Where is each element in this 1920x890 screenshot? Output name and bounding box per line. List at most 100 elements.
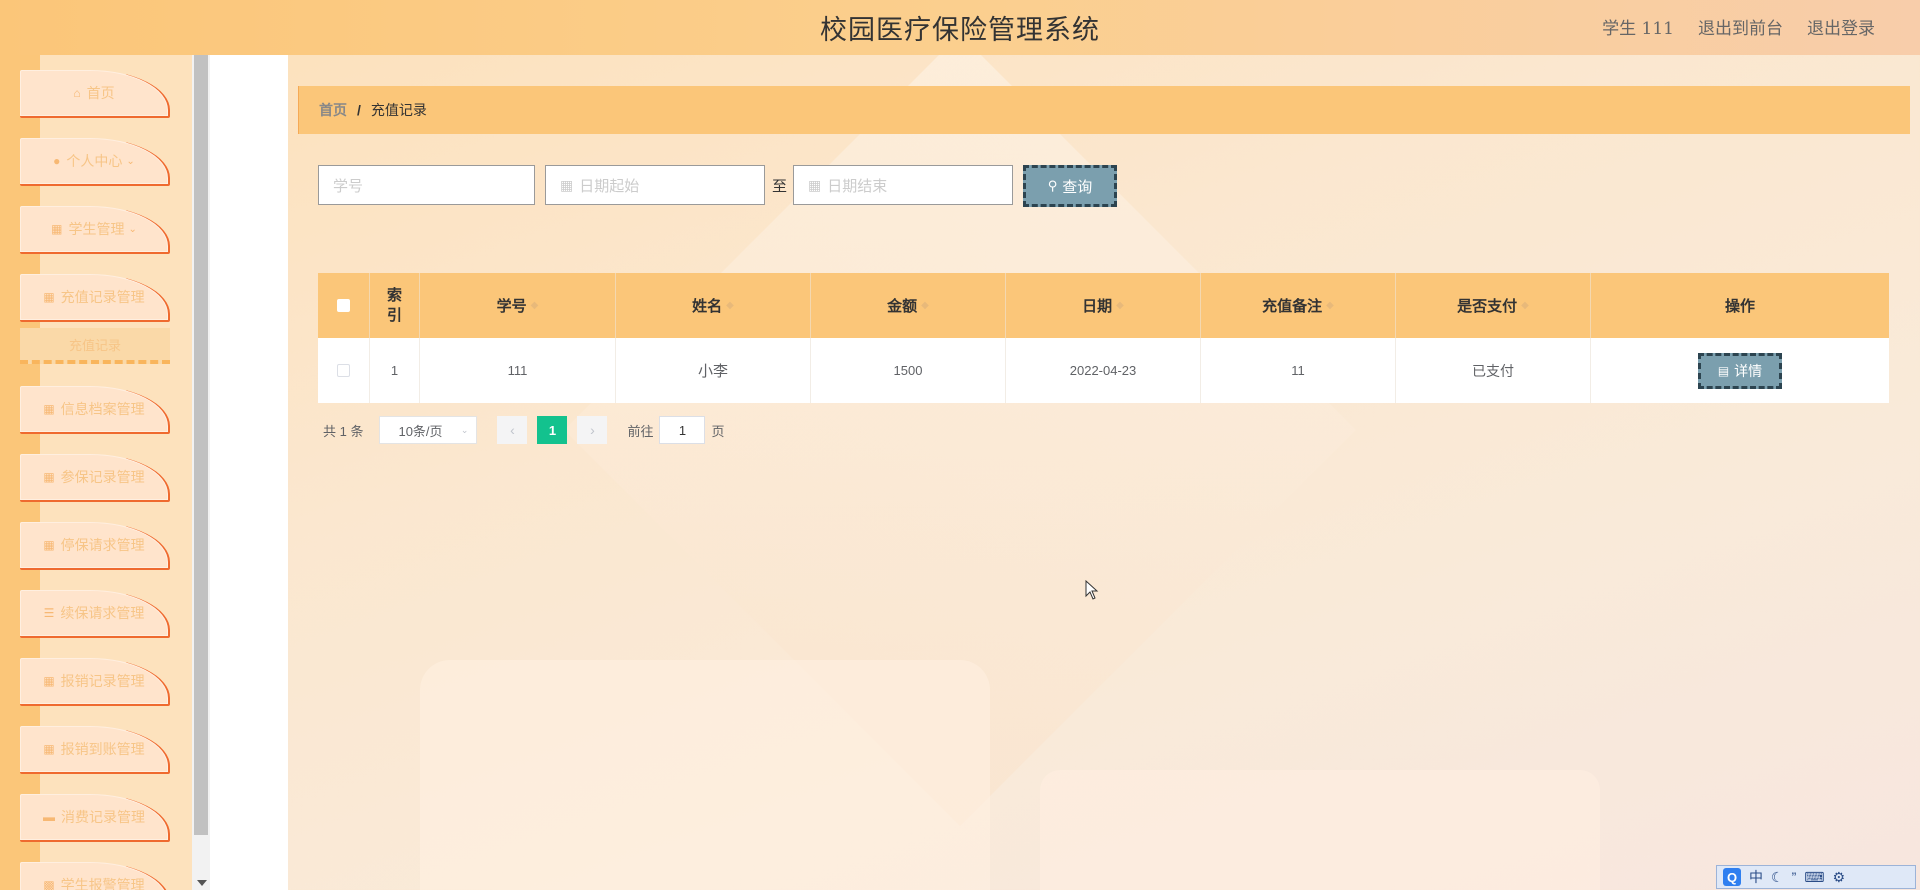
sort-icon[interactable]: ◆ <box>726 300 734 311</box>
cell-amount: 1500 <box>811 338 1006 403</box>
search-icon: ⚲ <box>1047 178 1058 193</box>
student-no-placeholder: 学号 <box>333 177 364 195</box>
prev-page-button[interactable]: ‹ <box>497 416 528 444</box>
submenu-item-recharge-records[interactable]: 充值记录 <box>20 328 170 364</box>
date-end-placeholder: 日期结束 <box>827 177 888 195</box>
keyboard-icon[interactable]: ⌨ <box>1804 869 1824 886</box>
sort-icon[interactable]: ◆ <box>1116 300 1124 311</box>
grid-icon: ▦ <box>43 402 55 416</box>
sort-icon[interactable]: ◆ <box>531 300 539 311</box>
records-table: 索引 学号 ◆ 姓名 ◆ 金额 ◆ 日期 ◆ 充值备注 ◆ 是否支付 ◆ 操作 1 111 … <box>318 273 1889 403</box>
date-start-placeholder: 日期起始 <box>579 177 640 195</box>
list-icon: ☰ <box>43 606 55 620</box>
settings-icon[interactable]: ⚙ <box>1832 869 1845 886</box>
table-row: 1 111 小李 1500 2022-04-23 11 已支付 ▤ 详情 <box>318 338 1889 403</box>
sidebar-item-label: 充值记录管理 <box>60 289 145 305</box>
grid-icon: ▦ <box>43 674 55 688</box>
user-icon: ● <box>53 154 61 168</box>
cell-paid: 已支付 <box>1396 338 1591 403</box>
breadcrumb-home-link[interactable]: 首页 <box>319 100 347 120</box>
table-icon: ▦ <box>43 742 55 756</box>
chevron-down-icon: ⌄ <box>460 424 469 435</box>
cell-action: ▤ 详情 <box>1591 338 1889 403</box>
grid-icon: ▦ <box>51 222 63 236</box>
ime-logo-icon: Q <box>1723 868 1741 886</box>
sidebar: ⌂ 首页 ● 个人中心 ⌄ ▦ 学生管理 ⌄ ▦ 充值记录管理 充值记录 ▦ 信… <box>0 55 210 890</box>
current-user-label: 学生 111 <box>1602 19 1674 39</box>
grid-icon: ▦ <box>43 470 55 484</box>
pagination: 共 1 条 10条/页 ⌄ ‹ 1 › 前往 1 页 <box>323 415 725 445</box>
table-header: 索引 学号 ◆ 姓名 ◆ 金额 ◆ 日期 ◆ 充值备注 ◆ 是否支付 ◆ 操作 <box>318 273 1889 338</box>
sidebar-item-label: 参保记录管理 <box>60 469 145 485</box>
submenu-item-label: 充值记录 <box>68 337 121 353</box>
grid-icon: ▦ <box>43 538 55 552</box>
cell-index: 1 <box>370 338 420 403</box>
select-all-checkbox[interactable] <box>337 299 350 312</box>
chevron-down-icon: ⌄ <box>126 155 135 167</box>
top-right-links: 学生 111 退出到前台 退出登录 <box>1602 14 1875 39</box>
document-icon: ▤ <box>1717 363 1730 378</box>
cell-student-no: 111 <box>420 338 616 403</box>
chevron-down-icon: ⌄ <box>128 223 137 235</box>
scroll-down-icon[interactable] <box>197 880 207 886</box>
content-gutter <box>210 55 288 890</box>
date-end-input[interactable]: ▦ 日期结束 <box>793 165 1013 205</box>
moon-icon[interactable]: ☾ <box>1771 869 1784 886</box>
pagination-total: 共 1 条 <box>323 423 364 439</box>
sidebar-item-label: 首页 <box>86 85 115 101</box>
exit-to-front-link[interactable]: 退出到前台 <box>1698 14 1783 39</box>
cell-remark: 11 <box>1201 338 1396 403</box>
sidebar-item-label: 报销记录管理 <box>60 673 145 689</box>
row-checkbox[interactable] <box>337 364 350 377</box>
ime-toolbar[interactable]: Q 中 ☾ ” ⌨ ⚙ <box>1716 865 1916 889</box>
sidebar-item-label: 信息档案管理 <box>60 401 145 417</box>
header-index: 索引 <box>370 273 420 338</box>
sidebar-item-label: 消费记录管理 <box>61 809 145 825</box>
header-action: 操作 <box>1724 298 1755 315</box>
sidebar-item-label: 报销到账管理 <box>60 741 145 757</box>
date-start-input[interactable]: ▦ 日期起始 <box>545 165 765 205</box>
header-student-no[interactable]: 学号 ◆ <box>420 273 616 338</box>
logout-link[interactable]: 退出登录 <box>1807 14 1875 39</box>
mouse-cursor-icon <box>1085 580 1099 600</box>
breadcrumb-current: 充值记录 <box>370 102 427 118</box>
top-bar: 校园医疗保险管理系统 学生 111 退出到前台 退出登录 <box>0 0 1920 55</box>
sort-icon[interactable]: ◆ <box>1521 300 1529 311</box>
ime-mode-label[interactable]: 中 <box>1749 867 1763 887</box>
goto-page: 前往 1 页 <box>627 416 725 444</box>
search-button-label: 查询 <box>1062 178 1093 196</box>
punctuation-icon[interactable]: ” <box>1792 869 1797 885</box>
select-all-cell <box>318 273 370 338</box>
header-amount[interactable]: 金额 ◆ <box>811 273 1006 338</box>
breadcrumb-separator: / <box>357 102 361 118</box>
page-size-select[interactable]: 10条/页 ⌄ <box>379 416 478 444</box>
sidebar-item-label: 个人中心 <box>66 153 123 169</box>
detail-button-label: 详情 <box>1734 362 1763 379</box>
sidebar-item-label: 续保请求管理 <box>60 605 145 621</box>
cell-name: 小李 <box>616 338 811 403</box>
header-paid[interactable]: 是否支付 ◆ <box>1396 273 1591 338</box>
sidebar-item-label: 停保请求管理 <box>60 537 145 553</box>
sort-icon[interactable]: ◆ <box>921 300 929 311</box>
background-block <box>1040 770 1600 890</box>
next-page-button[interactable]: › <box>577 416 608 444</box>
detail-button[interactable]: ▤ 详情 <box>1698 352 1782 389</box>
goto-page-input[interactable]: 1 <box>659 416 706 444</box>
sidebar-item-label: 学生报警管理 <box>60 877 145 890</box>
sort-icon[interactable]: ◆ <box>1326 300 1334 311</box>
search-button[interactable]: ⚲ 查询 <box>1023 165 1117 207</box>
student-no-input[interactable]: 学号 <box>318 165 535 205</box>
grid-icon: ▦ <box>43 290 55 304</box>
header-name[interactable]: 姓名 ◆ <box>616 273 811 338</box>
sidebar-item-label: 学生管理 <box>68 221 125 237</box>
date-range-separator: 至 <box>772 178 788 195</box>
header-remark[interactable]: 充值备注 ◆ <box>1201 273 1396 338</box>
sidebar-scrollbar[interactable] <box>192 55 210 890</box>
scrollbar-thumb[interactable] <box>194 55 208 835</box>
calendar-icon: ▦ <box>808 176 822 193</box>
row-select-cell <box>318 338 370 403</box>
page-number-current[interactable]: 1 <box>537 416 568 444</box>
home-icon: ⌂ <box>73 86 81 100</box>
doc-icon: ▩ <box>43 878 55 890</box>
header-date[interactable]: 日期 ◆ <box>1006 273 1201 338</box>
